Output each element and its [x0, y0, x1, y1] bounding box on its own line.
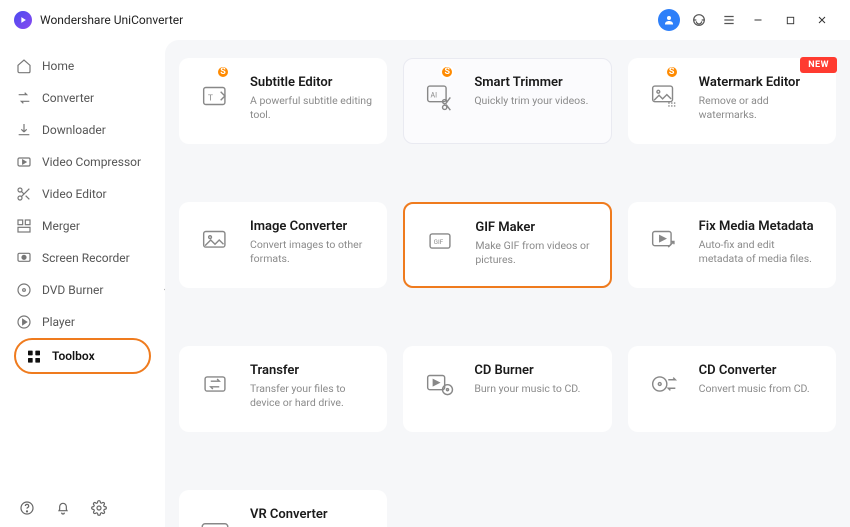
maximize-button[interactable] — [776, 0, 804, 40]
card-title: VR Converter — [250, 507, 372, 522]
tool-transfer[interactable]: Transfer Transfer your files to device o… — [179, 346, 387, 432]
card-title: Subtitle Editor — [250, 75, 372, 90]
support-icon[interactable] — [688, 9, 710, 31]
account-icon[interactable] — [658, 9, 680, 31]
tool-cd-converter[interactable]: CD Converter Convert music from CD. — [628, 346, 836, 432]
sidebar-item-video-editor[interactable]: Video Editor — [0, 178, 165, 210]
sidebar-item-video-compressor[interactable]: Video Compressor — [0, 146, 165, 178]
sidebar-item-label: Merger — [42, 219, 80, 233]
close-button[interactable] — [808, 0, 836, 40]
tool-watermark-editor[interactable]: S NEW Watermark Editor Remove or add wat… — [628, 58, 836, 144]
svg-text:T: T — [208, 93, 213, 103]
settings-icon[interactable] — [90, 499, 108, 517]
card-desc: Auto-fix and edit metadata of media file… — [699, 238, 821, 266]
compress-icon — [16, 154, 32, 170]
tool-vr-converter[interactable]: VR Converter Convert videos to VR and en… — [179, 490, 387, 527]
premium-badge-icon: S — [216, 65, 230, 79]
toolbox-icon — [26, 348, 42, 364]
card-title: CD Converter — [699, 363, 810, 378]
minimize-button[interactable] — [744, 0, 772, 40]
card-desc: Quickly trim your videos. — [474, 94, 588, 108]
sidebar-item-downloader[interactable]: Downloader — [0, 114, 165, 146]
sidebar-item-screen-recorder[interactable]: Screen Recorder — [0, 242, 165, 274]
trimmer-icon: AI — [418, 75, 460, 117]
card-desc: A powerful subtitle editing tool. — [250, 94, 372, 122]
image-converter-icon — [194, 219, 236, 261]
card-title: CD Burner — [474, 363, 580, 378]
sidebar-item-player[interactable]: Player — [0, 306, 165, 338]
tool-smart-trimmer[interactable]: S AI Smart Trimmer Quickly trim your vid… — [403, 58, 611, 144]
sidebar-item-label: Converter — [42, 91, 94, 105]
sidebar-bottom — [0, 499, 165, 517]
watermark-icon — [643, 75, 685, 117]
disc-icon — [16, 282, 32, 298]
sidebar-item-merger[interactable]: Merger — [0, 210, 165, 242]
title-bar: Wondershare UniConverter — [0, 0, 850, 40]
sidebar-item-label: Screen Recorder — [42, 251, 130, 265]
sidebar-item-label: Video Editor — [42, 187, 107, 201]
card-desc: Convert images to other formats. — [250, 238, 372, 266]
card-desc: Convert music from CD. — [699, 382, 810, 396]
app-logo-icon — [14, 11, 32, 29]
sidebar-item-label: Toolbox — [52, 349, 95, 363]
card-title: Image Converter — [250, 219, 372, 234]
main-area: Home Converter Downloader Video Compress… — [0, 40, 850, 527]
svg-text:GIF: GIF — [434, 238, 444, 246]
card-desc: Make GIF from videos or pictures. — [475, 239, 595, 267]
sidebar-item-label: Home — [42, 59, 74, 73]
card-title: Watermark Editor — [699, 75, 821, 90]
content-panel: S T Subtitle Editor A powerful subtitle … — [165, 40, 850, 527]
cd-converter-icon — [643, 363, 685, 405]
row-spacer — [179, 160, 836, 186]
download-icon — [16, 122, 32, 138]
home-icon — [16, 58, 32, 74]
tool-cd-burner[interactable]: CD Burner Burn your music to CD. — [403, 346, 611, 432]
tool-subtitle-editor[interactable]: S T Subtitle Editor A powerful subtitle … — [179, 58, 387, 144]
sidebar-item-label: Player — [42, 315, 75, 329]
card-title: GIF Maker — [475, 220, 595, 235]
scissors-icon — [16, 186, 32, 202]
svg-text:AI: AI — [431, 90, 438, 99]
help-icon[interactable] — [18, 499, 36, 517]
vr-icon — [194, 507, 236, 527]
sidebar-item-label: DVD Burner — [42, 283, 103, 297]
sidebar-item-label: Downloader — [42, 123, 106, 137]
tool-image-converter[interactable]: Image Converter Convert images to other … — [179, 202, 387, 288]
gif-icon: GIF — [419, 220, 461, 262]
premium-badge-icon: S — [665, 65, 679, 79]
recorder-icon — [16, 250, 32, 266]
tool-gif-maker[interactable]: GIF GIF Maker Make GIF from videos or pi… — [403, 202, 611, 288]
sidebar-item-home[interactable]: Home — [0, 50, 165, 82]
menu-icon[interactable] — [718, 9, 740, 31]
sidebar-item-converter[interactable]: Converter — [0, 82, 165, 114]
merger-icon — [16, 218, 32, 234]
row-spacer — [179, 304, 836, 330]
row-spacer — [179, 448, 836, 474]
new-badge: NEW — [800, 57, 837, 73]
play-icon — [16, 314, 32, 330]
subtitle-icon: T — [194, 75, 236, 117]
card-title: Smart Trimmer — [474, 75, 588, 90]
sidebar: Home Converter Downloader Video Compress… — [0, 40, 165, 527]
card-title: Fix Media Metadata — [699, 219, 821, 234]
notification-icon[interactable] — [54, 499, 72, 517]
metadata-icon — [643, 219, 685, 261]
tool-fix-media-metadata[interactable]: Fix Media Metadata Auto-fix and edit met… — [628, 202, 836, 288]
sidebar-item-label: Video Compressor — [42, 155, 141, 169]
card-desc: Remove or add watermarks. — [699, 94, 821, 122]
app-title: Wondershare UniConverter — [40, 13, 183, 27]
converter-icon — [16, 90, 32, 106]
sidebar-item-toolbox[interactable]: Toolbox — [14, 338, 151, 374]
card-title: Transfer — [250, 363, 372, 378]
transfer-icon — [194, 363, 236, 405]
sidebar-item-dvd-burner[interactable]: DVD Burner — [0, 274, 165, 306]
card-desc: Burn your music to CD. — [474, 382, 580, 396]
tools-grid: S T Subtitle Editor A powerful subtitle … — [179, 58, 836, 527]
card-desc: Transfer your files to device or hard dr… — [250, 382, 372, 410]
cd-burner-icon — [418, 363, 460, 405]
